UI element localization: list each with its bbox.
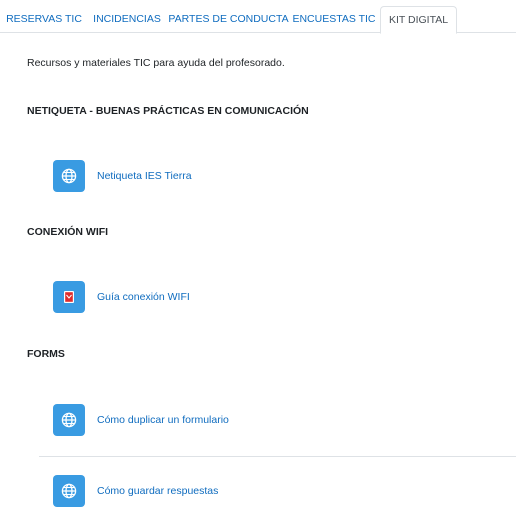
tab-label: PARTES DE CONDUCTA xyxy=(168,13,289,25)
section-summary: Recursos y materiales TIC para ayuda del… xyxy=(27,57,285,69)
activity-link[interactable]: Cómo guardar respuestas xyxy=(97,485,218,497)
tab-label: INCIDENCIAS xyxy=(93,13,161,25)
tab-incidencias[interactable]: INCIDENCIAS xyxy=(88,6,166,33)
activity-link[interactable]: Guía conexión WIFI xyxy=(97,291,190,303)
tab-label: ENCUESTAS TIC xyxy=(292,13,376,25)
globe-icon xyxy=(53,404,85,436)
globe-icon xyxy=(53,160,85,192)
tab-kit-digital[interactable]: KIT DIGITAL xyxy=(380,6,457,34)
tab-encuestas-tic[interactable]: ENCUESTAS TIC xyxy=(290,6,378,33)
activity-link[interactable]: Cómo duplicar un formulario xyxy=(97,414,229,426)
activity-netiqueta-ies-tierra[interactable]: Netiqueta IES Tierra xyxy=(53,160,192,192)
course-tabs: RESERVAS TIC INCIDENCIAS PARTES DE CONDU… xyxy=(0,0,516,34)
activity-guia-conexion-wifi[interactable]: Guía conexión WIFI xyxy=(53,281,190,313)
globe-icon xyxy=(53,475,85,507)
section-title-netiqueta: NETIQUETA - BUENAS PRÁCTICAS EN COMUNICA… xyxy=(27,105,309,117)
section-title-conexion-wifi: CONEXIÓN WIFI xyxy=(27,226,109,238)
tab-partes-de-conducta[interactable]: PARTES DE CONDUCTA xyxy=(167,6,290,33)
activity-link[interactable]: Netiqueta IES Tierra xyxy=(97,170,192,182)
activity-como-duplicar-formulario[interactable]: Cómo duplicar un formulario xyxy=(53,404,229,436)
tab-label: KIT DIGITAL xyxy=(388,14,449,26)
activity-divider xyxy=(39,456,516,457)
activity-como-guardar-respuestas[interactable]: Cómo guardar respuestas xyxy=(53,475,218,507)
section-title-forms: FORMS xyxy=(27,348,65,360)
pdf-file-icon xyxy=(53,281,85,313)
tab-label: RESERVAS TIC xyxy=(6,13,82,25)
tab-reservas-tic[interactable]: RESERVAS TIC xyxy=(0,6,88,33)
